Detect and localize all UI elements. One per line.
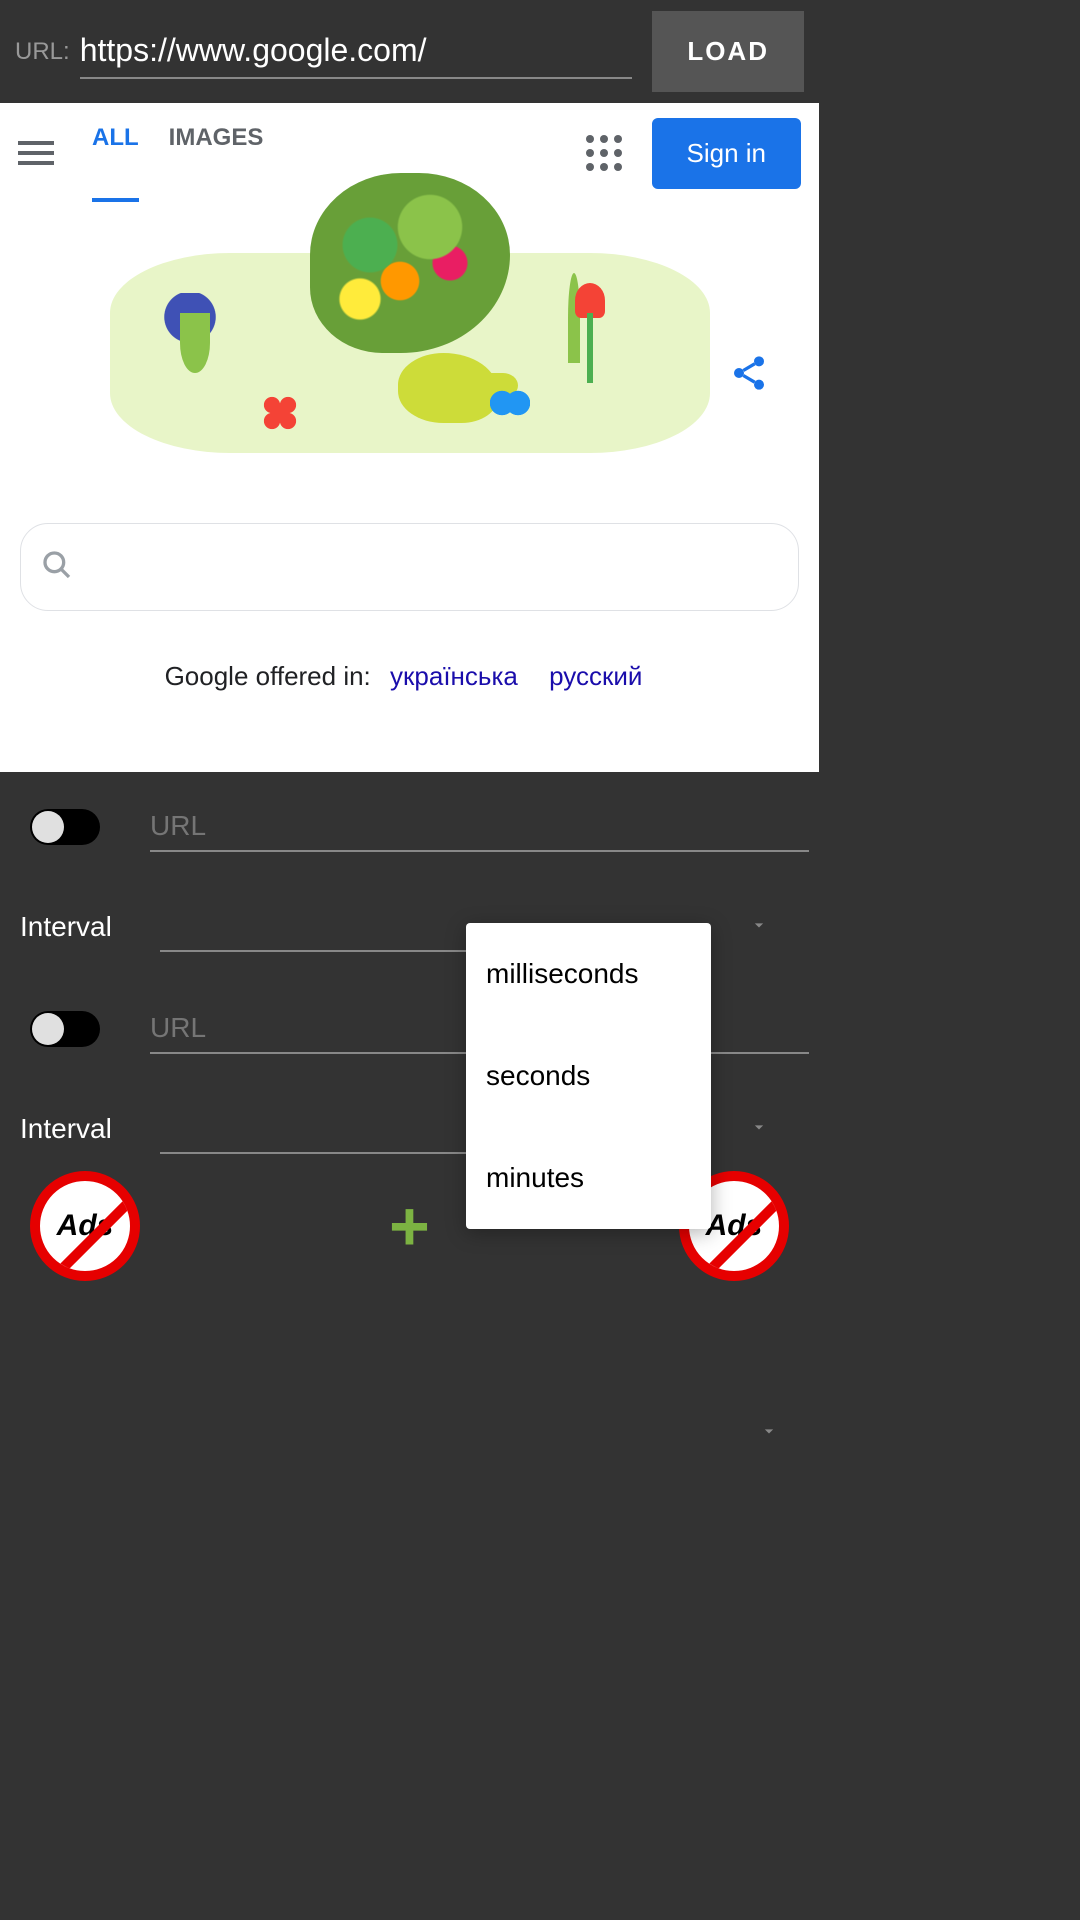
lang-link-ukrainian[interactable]: українська (390, 661, 518, 691)
url-field-1[interactable] (150, 802, 809, 852)
chevron-down-icon[interactable] (749, 1117, 769, 1142)
chevron-down-icon[interactable] (759, 1421, 779, 1446)
google-search-input[interactable] (20, 523, 799, 611)
lang-link-russian[interactable]: русский (549, 661, 642, 691)
interval-field-2[interactable] (160, 1104, 470, 1154)
google-tabs: ALL IMAGES (92, 124, 263, 182)
webview-content: ALL IMAGES Sign in Google offered in (0, 103, 819, 772)
url-input[interactable] (80, 24, 633, 79)
tab-images[interactable]: IMAGES (169, 124, 264, 182)
dropdown-option-minutes[interactable]: minutes (466, 1127, 711, 1229)
url-row-1 (10, 782, 809, 872)
google-doodle[interactable] (0, 203, 819, 503)
share-icon[interactable] (729, 353, 769, 398)
chevron-down-icon[interactable] (749, 915, 769, 940)
toggle-1[interactable] (30, 809, 100, 845)
toggle-2[interactable] (30, 1011, 100, 1047)
tab-all[interactable]: ALL (92, 124, 139, 182)
no-ads-icon-left[interactable]: Ads (30, 1171, 140, 1281)
load-button[interactable]: LOAD (652, 11, 804, 92)
offered-in-label: Google offered in: (165, 661, 371, 691)
interval-label-1: Interval (20, 911, 130, 943)
url-label: URL: (15, 38, 70, 66)
language-row: Google offered in: українська русский (0, 661, 819, 692)
app-url-bar: URL: LOAD (0, 0, 819, 103)
google-apps-icon[interactable] (586, 135, 622, 171)
dropdown-option-milliseconds[interactable]: milliseconds (466, 923, 711, 1025)
dropdown-option-seconds[interactable]: seconds (466, 1025, 711, 1127)
hamburger-menu-icon[interactable] (18, 131, 62, 175)
interval-label-2: Interval (20, 1113, 130, 1145)
signin-button[interactable]: Sign in (652, 118, 802, 189)
search-icon (41, 549, 73, 586)
time-unit-dropdown: milliseconds seconds minutes (466, 923, 711, 1229)
add-icon[interactable]: + (389, 1191, 430, 1261)
settings-panel: Interval Interval Ads + Ads (0, 772, 819, 1456)
interval-field-1[interactable] (160, 902, 470, 952)
